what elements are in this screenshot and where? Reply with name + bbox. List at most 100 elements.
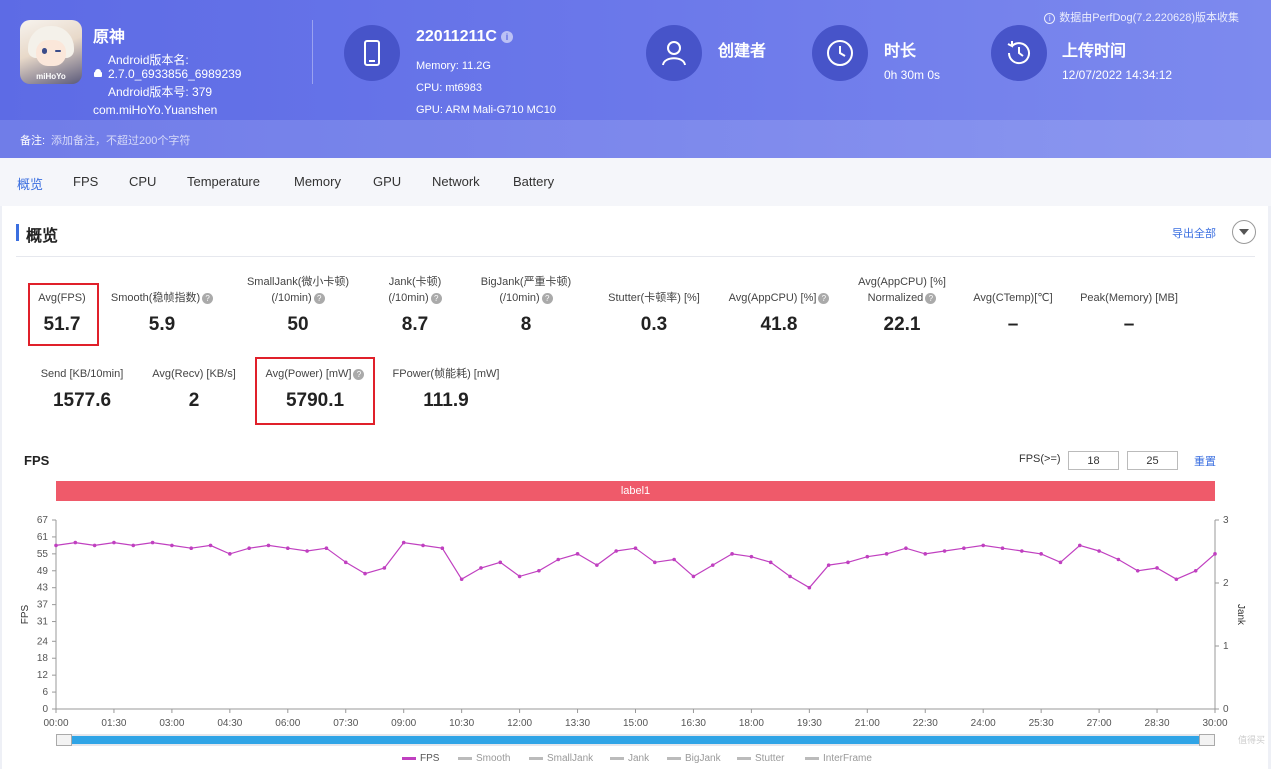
slider-handle-left[interactable] — [56, 734, 72, 746]
fps-point — [228, 552, 232, 556]
metric-appcpu-normalized: Avg(AppCPU) [%] Normalized? 22.1 — [858, 276, 946, 335]
fps-point — [440, 546, 445, 551]
fps-point — [1193, 568, 1198, 573]
fps-point — [556, 557, 561, 562]
fps-point — [730, 552, 734, 556]
section-accent — [16, 224, 19, 241]
metric-avg-recv: Avg(Recv) [KB/s] 2 — [152, 368, 236, 411]
fps-point — [942, 549, 947, 553]
y2-axis-label: Jank — [1235, 604, 1246, 626]
help-icon[interactable]: ? — [818, 292, 830, 304]
x-tick-label: 12:00 — [507, 718, 532, 729]
help-icon[interactable]: ? — [925, 292, 937, 304]
fps-point — [1116, 557, 1121, 562]
legend-fps[interactable]: FPS — [402, 753, 439, 764]
fps-point — [904, 546, 908, 551]
fps-point — [614, 549, 618, 553]
tab-temperature[interactable]: Temperature — [187, 174, 260, 189]
fps-point — [459, 577, 464, 582]
slider-handle-right[interactable] — [1199, 734, 1215, 746]
label-bar[interactable]: label1 — [56, 481, 1215, 501]
tab-fps[interactable]: FPS — [73, 174, 98, 189]
help-icon[interactable]: ? — [313, 292, 325, 304]
legend-interframe[interactable]: InterFrame — [805, 753, 872, 764]
tab-cpu[interactable]: CPU — [129, 174, 156, 189]
package-name: com.miHoYo.Yuanshen — [93, 103, 218, 117]
slider-range[interactable] — [64, 736, 1207, 744]
tab-gpu[interactable]: GPU — [373, 174, 401, 189]
x-tick-label: 15:00 — [623, 718, 648, 729]
device-info-icon[interactable]: i — [500, 30, 513, 43]
help-icon[interactable]: ? — [541, 292, 553, 304]
y-tick-label: 6 — [42, 687, 48, 698]
fps-threshold-high-input[interactable] — [1127, 451, 1178, 470]
metric-bigjank: BigJank(严重卡顿) (/10min)? 8 — [480, 276, 572, 335]
fps-point — [768, 560, 773, 565]
android-version-code: Android版本号: 379 — [108, 85, 213, 99]
fps-point — [575, 552, 580, 556]
fps-point — [517, 574, 522, 579]
metric-fpower: FPower(帧能耗) [mW] 111.9 — [392, 368, 500, 411]
app-icon-logo: miHoYo — [36, 72, 66, 81]
clock-icon — [812, 25, 868, 81]
fps-line-chart: 0612182431374349556167012300:00 01:30 03:0… — [20, 515, 1246, 729]
help-icon[interactable]: ? — [202, 292, 214, 304]
tab-network[interactable]: Network — [432, 174, 480, 189]
x-tick-label: 10:30 — [449, 718, 474, 729]
device-memory: Memory: 11.2G — [416, 60, 491, 72]
fps-point — [653, 560, 657, 565]
fps-point — [131, 543, 136, 548]
legend-smalljank[interactable]: SmallJank — [529, 753, 593, 764]
legend-jank[interactable]: Jank — [610, 753, 649, 764]
chevron-down-icon — [1239, 229, 1249, 235]
metric-smooth: Smooth(稳帧指数)? 5.9 — [104, 274, 220, 336]
x-tick-label: 18:00 — [739, 718, 764, 729]
help-icon[interactable]: ? — [430, 292, 442, 304]
fps-point — [1174, 577, 1179, 582]
metric-avg-appcpu: Avg(AppCPU) [%]? 41.8 — [718, 274, 840, 336]
fps-point — [92, 543, 97, 548]
y-tick-label: 61 — [37, 532, 49, 543]
x-tick-label: 00:00 — [43, 718, 68, 729]
x-tick-label: 03:00 — [159, 718, 184, 729]
fps-point — [595, 563, 599, 567]
android-version-name: 2.7.0_6933856_6989239 — [108, 67, 242, 81]
tab-overview[interactable]: 概览 — [17, 174, 43, 193]
fps-point — [73, 540, 78, 545]
fps-point — [150, 540, 155, 545]
fps-point — [1097, 549, 1101, 553]
y-tick-label: 37 — [37, 600, 49, 611]
reset-button[interactable]: 重置 — [1194, 453, 1216, 469]
tab-bar: 概览 FPS CPU Temperature Memory GPU Networ… — [0, 158, 1271, 206]
phone-icon — [344, 25, 400, 81]
tab-battery[interactable]: Battery — [513, 174, 554, 189]
x-tick-label: 04:30 — [217, 718, 242, 729]
fps-point — [305, 549, 309, 553]
fps-point — [981, 543, 985, 548]
watermark: 值得买 — [1237, 735, 1265, 745]
note-input[interactable]: 添加备注，不超过200个字符 — [51, 132, 190, 148]
legend-stutter[interactable]: Stutter — [737, 753, 784, 764]
x-tick-label: 22:30 — [913, 718, 938, 729]
fps-point — [710, 563, 715, 567]
x-tick-label: 24:00 — [971, 718, 996, 729]
fps-point — [189, 546, 194, 551]
fps-threshold-low-input[interactable] — [1068, 451, 1119, 470]
note-bar[interactable]: 备注: 添加备注，不超过200个字符 — [0, 120, 1271, 158]
export-all-link[interactable]: 导出全部 — [1172, 225, 1216, 241]
fps-point — [691, 574, 696, 579]
y2-tick-label: 1 — [1223, 641, 1229, 652]
tab-memory[interactable]: Memory — [294, 174, 341, 189]
chart-legend: FPS Smooth SmallJank Jank BigJank Stutte… — [0, 753, 1271, 767]
collapse-button[interactable] — [1232, 220, 1256, 244]
fps-point — [1135, 568, 1140, 573]
fps-point — [498, 560, 503, 565]
time-range-slider[interactable] — [56, 734, 1215, 746]
fps-point — [846, 560, 850, 565]
y-tick-label: 24 — [37, 636, 49, 647]
x-tick-label: 28:30 — [1145, 718, 1170, 729]
x-tick-label: 25:30 — [1029, 718, 1054, 729]
legend-bigjank[interactable]: BigJank — [667, 753, 721, 764]
legend-smooth[interactable]: Smooth — [458, 753, 510, 764]
metric-avg-ctemp: Avg(CTemp)[℃] – — [973, 292, 1053, 335]
